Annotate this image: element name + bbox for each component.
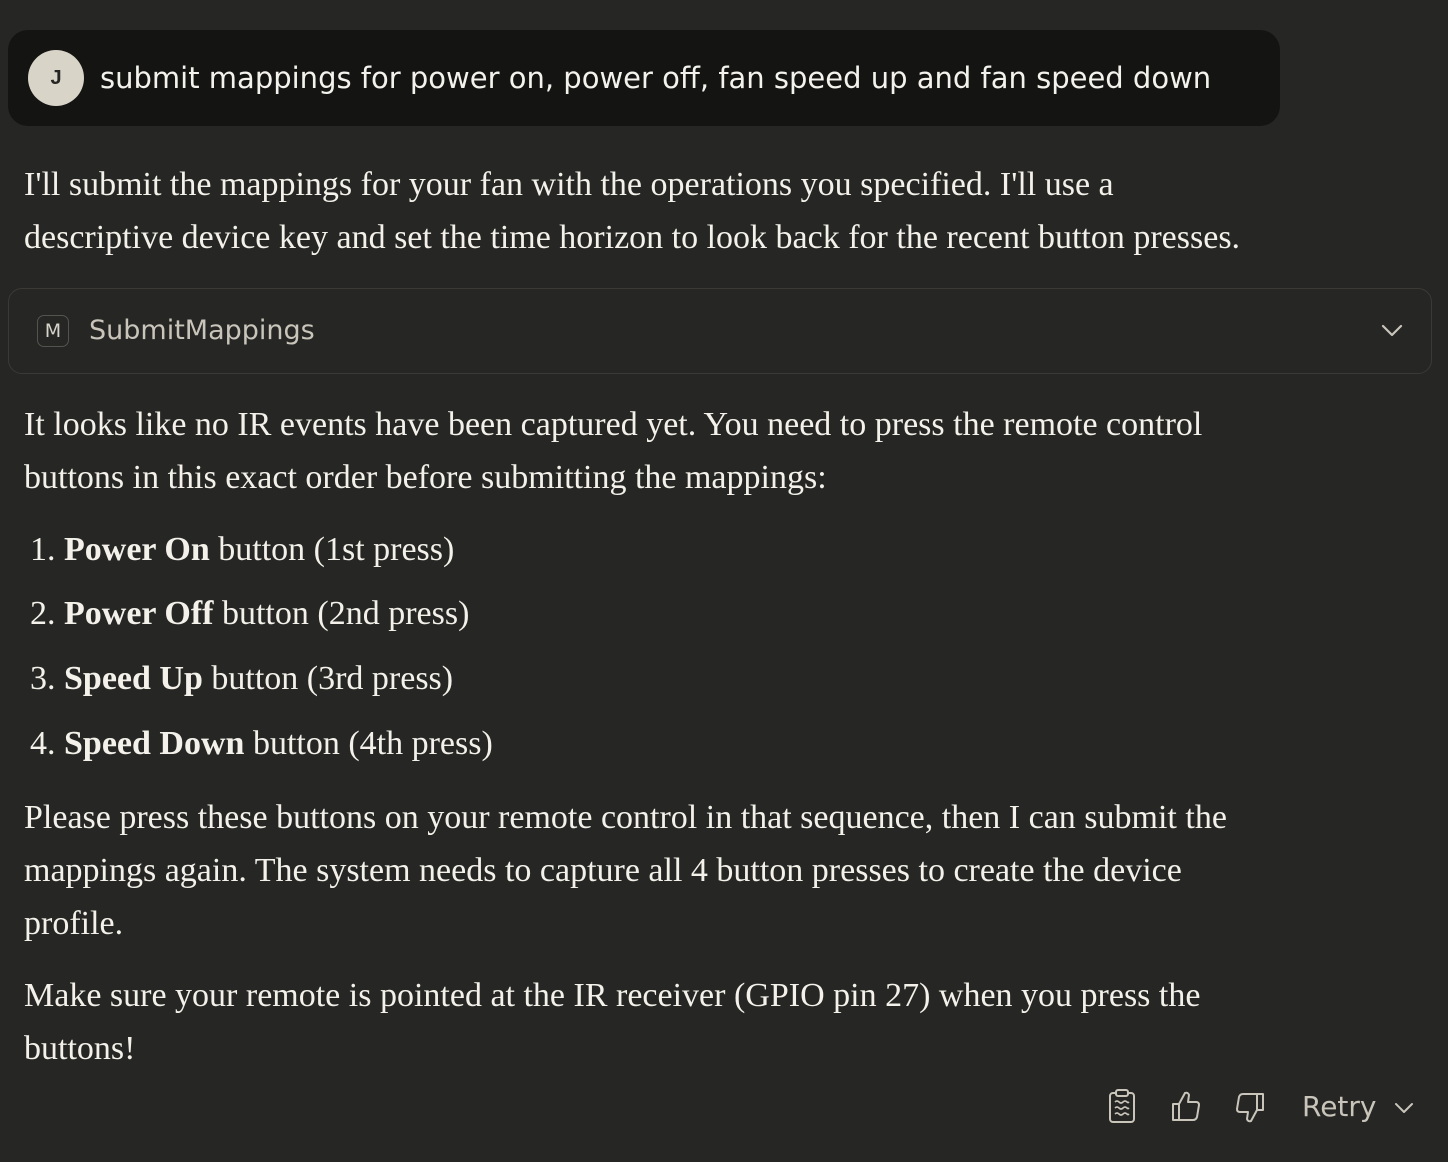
chevron-down-icon[interactable] xyxy=(1392,1096,1416,1120)
clipboard-icon[interactable] xyxy=(1102,1086,1142,1126)
intro-line-2: descriptive device key and set the time … xyxy=(24,219,1241,256)
para2-line-1: It looks like no IR events have been cap… xyxy=(24,406,1203,443)
intro-line-1: I'll submit the mappings for your fan wi… xyxy=(24,166,1114,203)
assistant-paragraph-4: Make sure your remote is pointed at the … xyxy=(24,969,1404,1075)
chevron-down-icon[interactable] xyxy=(1379,317,1405,343)
user-avatar: J xyxy=(28,50,84,106)
tool-call-card[interactable]: M SubmitMappings xyxy=(8,288,1432,374)
para4-line-1: Make sure your remote is pointed at the … xyxy=(24,977,1201,1014)
list-item: 3. Speed Up button (3rd press) xyxy=(30,657,453,701)
list-item-text: button (4th press) xyxy=(244,725,493,762)
assistant-paragraph-3: Please press these buttons on your remot… xyxy=(24,791,1404,950)
list-item-number: 3. xyxy=(30,660,56,697)
list-item-bold: Speed Up xyxy=(64,660,203,697)
list-item-number: 4. xyxy=(30,725,56,762)
retry-button[interactable]: Retry xyxy=(1302,1085,1376,1129)
tool-badge: M xyxy=(37,315,69,347)
list-item: 4. Speed Down button (4th press) xyxy=(30,722,493,766)
para4-line-2: buttons! xyxy=(24,1030,136,1067)
para3-line-3: profile. xyxy=(24,905,124,942)
list-item-bold: Power On xyxy=(64,531,210,568)
thumbs-up-icon[interactable] xyxy=(1166,1086,1206,1126)
list-item-text: button (3rd press) xyxy=(202,660,454,697)
list-item-bold: Power Off xyxy=(64,595,214,632)
user-message: J submit mappings for power on, power of… xyxy=(8,30,1280,126)
tool-name: SubmitMappings xyxy=(89,315,315,346)
assistant-intro: I'll submit the mappings for your fan wi… xyxy=(24,158,1404,264)
list-item: 1. Power On button (1st press) xyxy=(30,528,454,572)
list-item: 2. Power Off button (2nd press) xyxy=(30,592,469,636)
list-item-text: button (2nd press) xyxy=(213,595,470,632)
user-message-text: submit mappings for power on, power off,… xyxy=(100,61,1212,95)
thumbs-down-icon[interactable] xyxy=(1230,1088,1270,1128)
list-item-text: button (1st press) xyxy=(209,531,455,568)
list-item-bold: Speed Down xyxy=(64,725,245,762)
para3-line-1: Please press these buttons on your remot… xyxy=(24,799,1227,836)
para3-line-2: mappings again. The system needs to capt… xyxy=(24,852,1182,889)
list-item-number: 2. xyxy=(30,595,56,632)
assistant-paragraph-2: It looks like no IR events have been cap… xyxy=(24,398,1404,504)
list-item-number: 1. xyxy=(30,531,56,568)
para2-line-2: buttons in this exact order before submi… xyxy=(24,459,827,496)
